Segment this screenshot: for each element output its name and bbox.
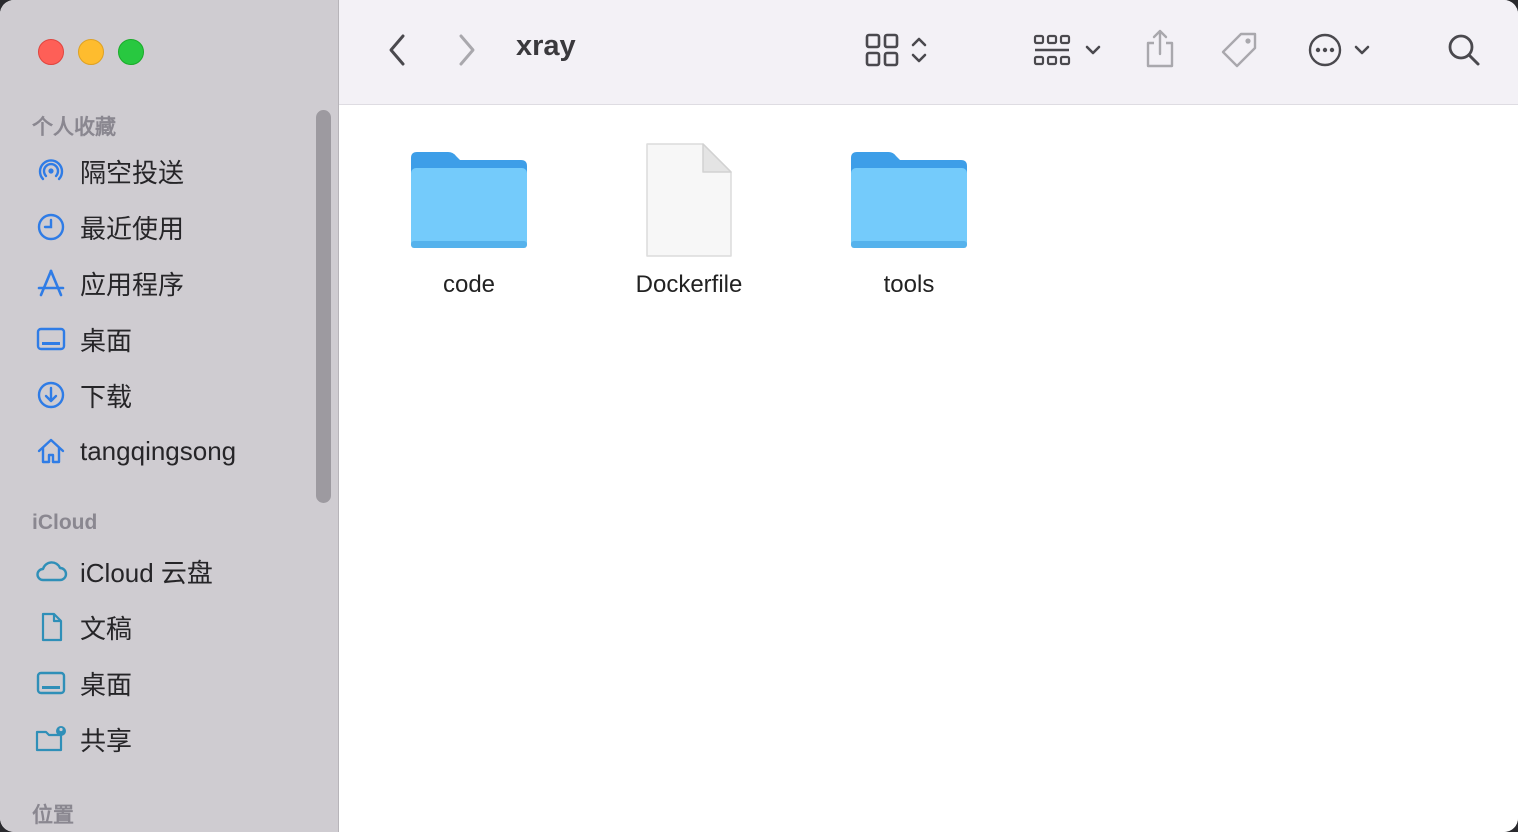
zoom-button[interactable] <box>118 39 144 65</box>
sidebar-item-label: 最近使用 <box>80 213 185 244</box>
sidebar-item-shared[interactable]: 共享 <box>34 717 304 761</box>
file-name: Dockerfile <box>635 271 743 298</box>
favorites-section-title: 个人收藏 <box>32 116 116 139</box>
search-button[interactable] <box>1443 30 1485 74</box>
file-item-tools[interactable]: tools <box>824 135 994 299</box>
folder-icon <box>824 135 994 265</box>
sidebar-item-label: 桌面 <box>80 669 133 700</box>
sidebar-item-label: 共享 <box>80 725 133 756</box>
chevron-down-icon <box>1084 43 1102 61</box>
sidebar-item-icloud-desktop[interactable]: 桌面 <box>34 661 304 705</box>
icloud-section-title: iCloud <box>32 511 98 534</box>
tag-button[interactable] <box>1217 30 1261 74</box>
file-item-dockerfile[interactable]: Dockerfile <box>604 135 774 299</box>
locations-section-title: 位置 <box>32 804 74 827</box>
sidebar-item-label: 下载 <box>80 381 133 412</box>
sidebar-item-label: 桌面 <box>80 325 133 356</box>
clock-icon <box>34 210 68 244</box>
tag-icon <box>1219 30 1259 75</box>
shared-folder-icon <box>34 722 68 756</box>
download-icon <box>34 378 68 412</box>
group-button[interactable] <box>1027 30 1107 74</box>
file-name: tools <box>883 271 935 298</box>
share-icon <box>1143 28 1177 75</box>
sidebar-item-applications[interactable]: 应用程序 <box>34 261 304 305</box>
up-down-chevron-icon <box>910 34 928 71</box>
sidebar-item-label: tangqingsong <box>80 435 237 466</box>
applications-icon <box>34 266 68 300</box>
sidebar-item-downloads[interactable]: 下载 <box>34 373 304 417</box>
sidebar: 个人收藏 隔空投送 最近使用 应用程序 桌面 下载 tangqingsong i… <box>0 0 339 832</box>
sidebar-item-label: iCloud 云盘 <box>80 557 213 588</box>
sidebar-scrollbar[interactable] <box>316 110 331 503</box>
window-title: xray <box>516 30 576 62</box>
sidebar-item-documents[interactable]: 文稿 <box>34 605 304 649</box>
sidebar-item-icloud-drive[interactable]: iCloud 云盘 <box>34 549 304 593</box>
file-item-code[interactable]: code <box>384 135 554 299</box>
sidebar-item-home[interactable]: tangqingsong <box>34 429 304 473</box>
back-button[interactable] <box>379 32 415 72</box>
search-icon <box>1446 32 1482 73</box>
sidebar-item-desktop[interactable]: 桌面 <box>34 317 304 361</box>
finder-window: 个人收藏 隔空投送 最近使用 应用程序 桌面 下载 tangqingsong i… <box>0 0 1518 832</box>
desktop-icon <box>34 666 68 700</box>
toolbar: xray <box>339 0 1518 105</box>
chevron-left-icon <box>386 33 408 72</box>
share-button[interactable] <box>1139 28 1181 74</box>
file-name: code <box>442 271 496 298</box>
document-file-icon <box>604 135 774 265</box>
chevron-right-icon <box>456 33 478 72</box>
folder-icon <box>384 135 554 265</box>
sidebar-item-label: 应用程序 <box>80 269 185 300</box>
document-icon <box>34 610 68 644</box>
minimize-button[interactable] <box>78 39 104 65</box>
desktop-icon <box>34 322 68 356</box>
close-button[interactable] <box>38 39 64 65</box>
group-icon <box>1032 32 1072 73</box>
sidebar-item-airdrop[interactable]: 隔空投送 <box>34 149 304 193</box>
sidebar-item-label: 隔空投送 <box>80 157 185 188</box>
ellipsis-circle-icon <box>1307 32 1343 73</box>
forward-button[interactable] <box>449 32 485 72</box>
sidebar-item-label: 文稿 <box>80 613 133 644</box>
cloud-icon <box>34 554 68 588</box>
more-actions-button[interactable] <box>1303 30 1375 74</box>
home-icon <box>34 434 68 468</box>
window-controls <box>38 39 144 65</box>
grid-view-icon <box>864 32 900 73</box>
view-mode-button[interactable] <box>851 30 941 74</box>
sidebar-item-recents[interactable]: 最近使用 <box>34 205 304 249</box>
airdrop-icon <box>34 154 68 188</box>
file-grid: code Dockerfile tools <box>339 105 1518 832</box>
chevron-down-icon <box>1353 43 1371 61</box>
